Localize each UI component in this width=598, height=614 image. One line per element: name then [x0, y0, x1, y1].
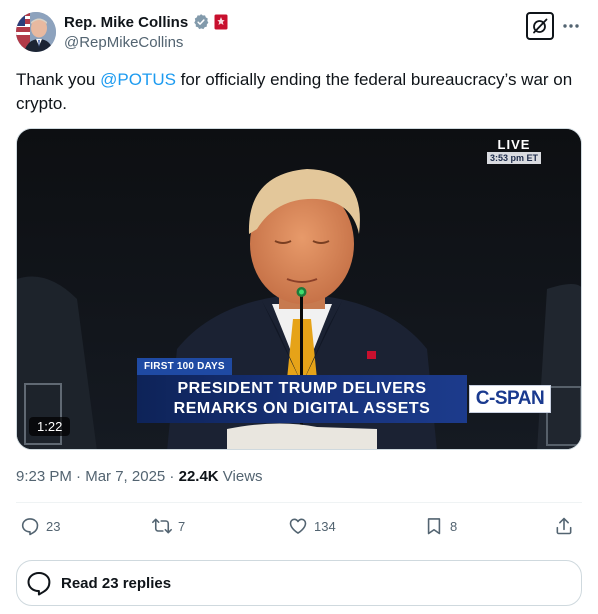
repost-button[interactable]: 7: [152, 516, 185, 536]
author-name[interactable]: Rep. Mike Collins: [64, 14, 188, 31]
meta-separator: ·: [165, 468, 179, 485]
author-handle[interactable]: @RepMikeCollins: [64, 34, 183, 51]
reply-count: 23: [46, 518, 61, 534]
verified-badge-icon: [192, 13, 210, 31]
affiliate-badge-icon: [214, 14, 228, 30]
live-time: 3:53 pm ET: [486, 152, 541, 164]
avatar[interactable]: [16, 12, 56, 52]
replies-bubble-icon: [27, 572, 51, 596]
like-count: 134: [314, 518, 336, 534]
segment-tag: FIRST 100 DAYS: [137, 358, 232, 375]
reply-icon: [21, 518, 39, 536]
divider: [16, 502, 582, 503]
read-replies-label: Read 23 replies: [61, 574, 172, 592]
meta-separator: ·: [71, 468, 86, 485]
tweet-meta: 9:23 PM · Mar 7, 2025 · 22.4K Views: [16, 468, 263, 485]
share-icon: [556, 517, 572, 535]
views-label: Views: [218, 468, 263, 485]
bookmark-count: 8: [450, 518, 458, 534]
repost-icon: [152, 518, 172, 534]
tweet-text-start: Thank you: [16, 70, 101, 89]
bookmark-icon: [427, 518, 441, 535]
post-time[interactable]: 9:23 PM: [16, 468, 72, 485]
avatar-image: [16, 12, 56, 52]
like-button[interactable]: 134: [288, 516, 336, 536]
share-button[interactable]: [554, 516, 574, 536]
post-date[interactable]: Mar 7, 2025: [85, 468, 165, 485]
tweet-text: Thank you @POTUS for officially ending t…: [16, 68, 576, 116]
heart-icon: [289, 518, 307, 534]
more-options-icon[interactable]: [560, 16, 582, 36]
action-bar: 23 7 134 8: [16, 516, 582, 542]
network-logo: C-SPAN: [469, 385, 551, 413]
mention-link[interactable]: @POTUS: [100, 70, 176, 89]
video-player[interactable]: LIVE 3:53 pm ET FIRST 100 DAYS PRESIDENT…: [16, 128, 582, 450]
live-indicator: LIVE 3:53 pm ET: [486, 137, 541, 164]
name-row: Rep. Mike Collins: [64, 13, 228, 31]
headline-line-1: PRESIDENT TRUMP DELIVERS: [177, 380, 427, 397]
bookmark-button[interactable]: 8: [424, 516, 457, 536]
views-count: 22.4K: [178, 468, 219, 485]
grok-icon[interactable]: [526, 12, 554, 40]
video-duration: 1:22: [29, 417, 71, 436]
headline-line-2: REMARKS ON DIGITAL ASSETS: [173, 400, 431, 417]
read-replies-button[interactable]: Read 23 replies: [16, 560, 582, 606]
live-label: LIVE: [497, 137, 531, 152]
reply-button[interactable]: 23: [20, 516, 60, 536]
tweet-header: Rep. Mike Collins @RepMikeCollins: [16, 12, 582, 56]
repost-count: 7: [178, 518, 186, 534]
headline-banner: PRESIDENT TRUMP DELIVERS REMARKS ON DIGI…: [137, 375, 467, 423]
